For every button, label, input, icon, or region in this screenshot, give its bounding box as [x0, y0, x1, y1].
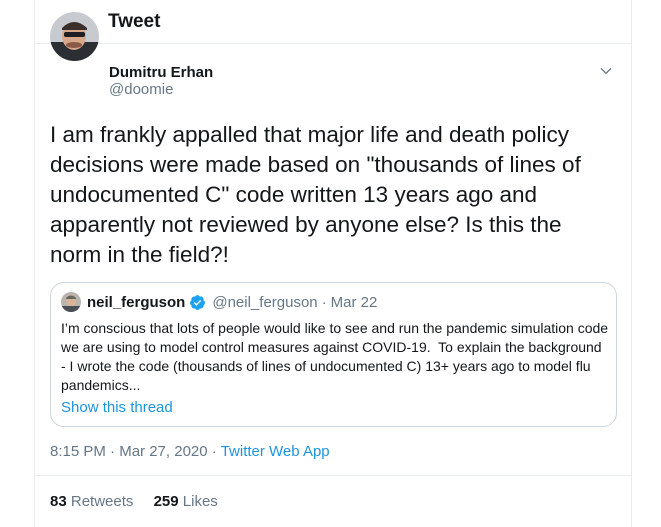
quoted-tweet-date: Mar 22: [330, 293, 378, 311]
tweet-stats: 83 Retweets 259 Likes: [50, 493, 234, 510]
separator-dot: ·: [211, 443, 221, 460]
tweet-source-link[interactable]: Twitter Web App: [221, 443, 330, 460]
tweet-time[interactable]: 8:15 PM: [50, 443, 106, 460]
tweet-date[interactable]: Mar 27, 2020: [119, 443, 207, 460]
retweets-count: 83: [50, 493, 67, 510]
retweets-label: Retweets: [70, 493, 134, 510]
likes-count: 259: [153, 493, 179, 510]
likes-label: Likes: [182, 493, 218, 510]
retweets-stat[interactable]: 83 Retweets: [50, 493, 133, 510]
tweet-text: I am frankly appalled that major life an…: [50, 122, 588, 267]
author-handle[interactable]: @doomie: [109, 81, 173, 98]
likes-stat[interactable]: 259 Likes: [154, 493, 218, 510]
separator-dot: ·: [321, 293, 327, 311]
quoted-tweet-header: neil_ferguson @neil_ferguson · Mar 22: [61, 292, 377, 312]
author-name[interactable]: Dumitru Erhan: [109, 64, 213, 81]
quoted-author-avatar: [61, 292, 81, 312]
quoted-author-name: neil_ferguson: [87, 293, 186, 311]
separator-dot: ·: [110, 443, 120, 460]
tweet-metadata: 8:15 PM · Mar 27, 2020 · Twitter Web App: [50, 443, 330, 460]
header: Tweet: [35, 0, 631, 44]
avatar-photo-icon: [61, 292, 81, 312]
tweet-column: Tweet Dumitru Erhan @doomie I am frankly…: [34, 0, 632, 527]
quoted-tweet-text: I’m conscious that lots of people would …: [61, 320, 612, 393]
divider: [35, 475, 631, 476]
avatar-photo-icon: [50, 12, 99, 61]
verified-badge-icon: [189, 294, 206, 311]
chevron-down-icon: [600, 68, 612, 74]
quoted-author-handle: @neil_ferguson: [212, 293, 318, 311]
page-title: Tweet: [108, 10, 161, 32]
quoted-tweet[interactable]: neil_ferguson @neil_ferguson · Mar 22 I’…: [50, 282, 617, 427]
more-options-button[interactable]: [595, 60, 617, 82]
show-thread-link[interactable]: Show this thread: [61, 399, 173, 416]
author-avatar[interactable]: [50, 12, 99, 61]
